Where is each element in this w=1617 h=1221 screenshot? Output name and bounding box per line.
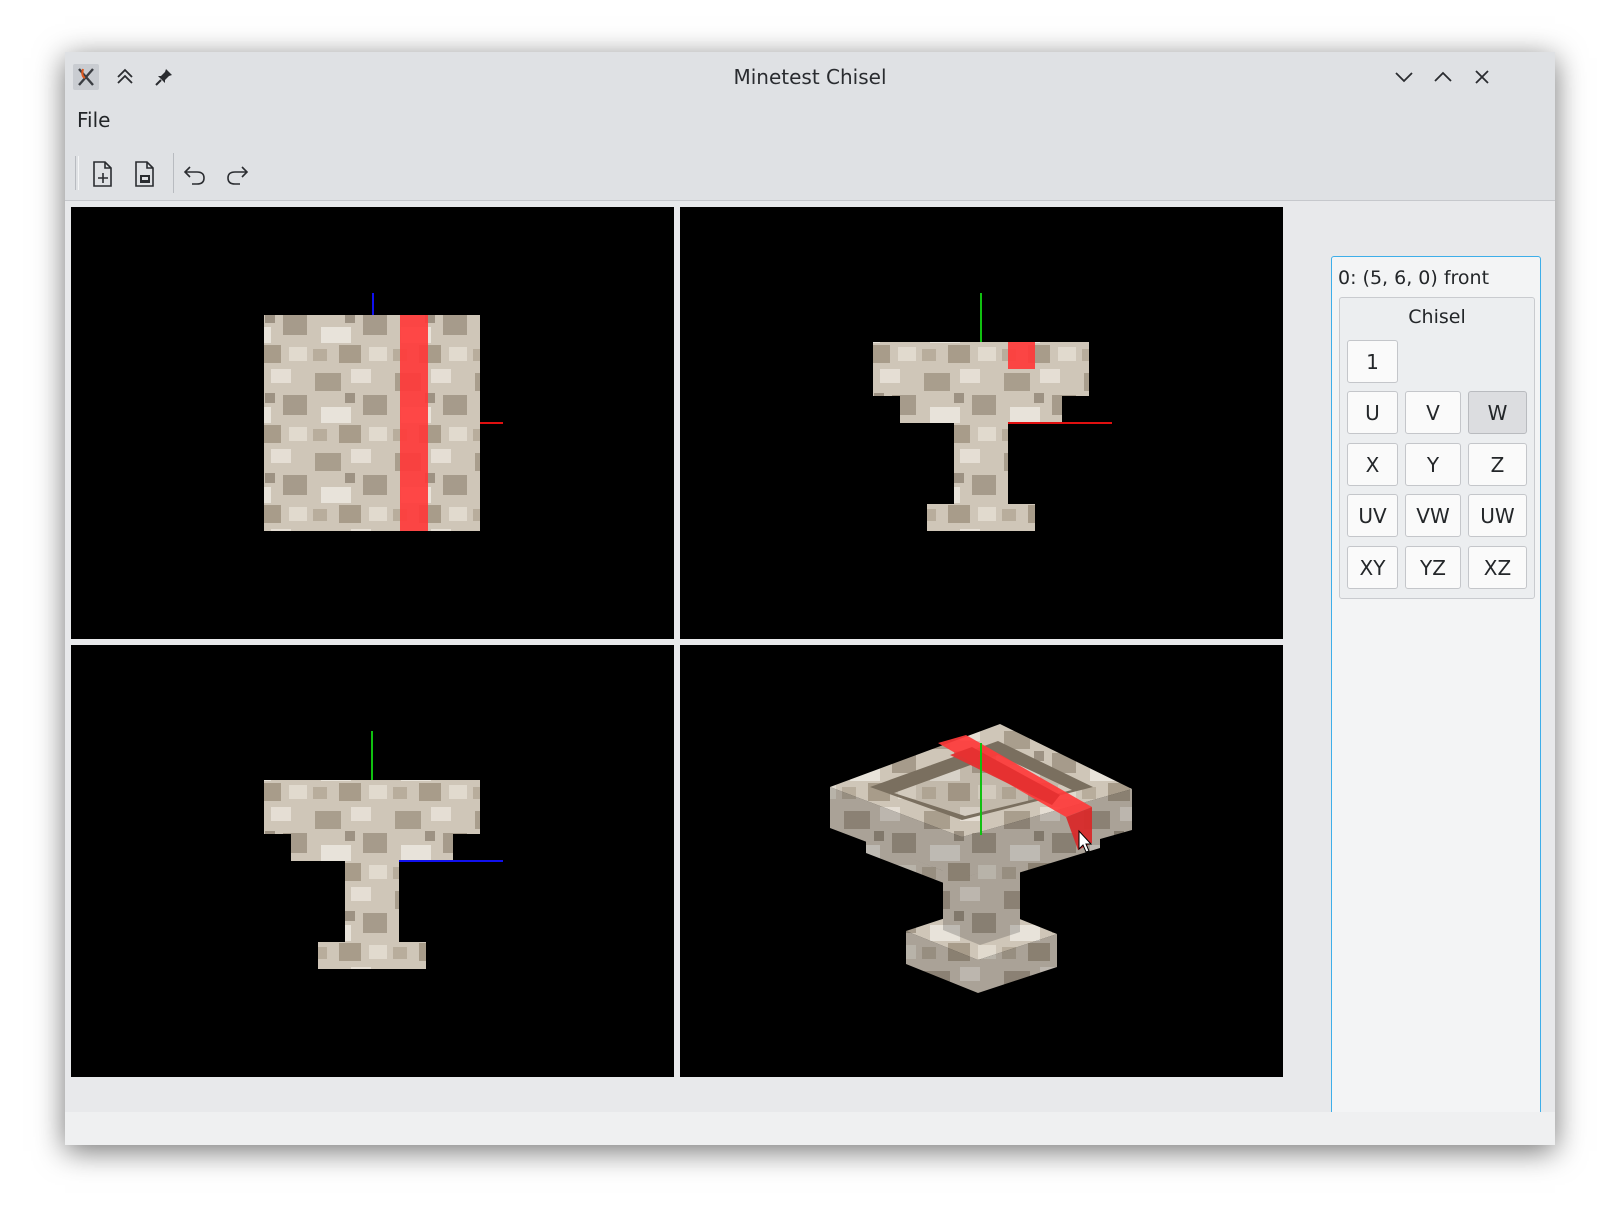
pedestal-silhouette [264, 780, 480, 969]
redo-icon[interactable] [221, 158, 253, 190]
chisel-button-vw[interactable]: VW [1405, 494, 1461, 537]
menu-file[interactable]: File [75, 108, 112, 132]
selection-cell [1008, 342, 1035, 369]
chisel-button-w[interactable]: W [1468, 391, 1527, 434]
open-file-icon[interactable] [129, 158, 161, 190]
toolbar [65, 149, 1555, 195]
minimize-icon[interactable] [1391, 64, 1417, 90]
cursor-coordinates: 0: (5, 6, 0) front [1338, 267, 1490, 289]
close-icon[interactable] [1469, 64, 1495, 90]
toolbar-handle[interactable] [75, 156, 79, 190]
toolbar-separator [173, 153, 174, 193]
front-view-canvas [873, 293, 1112, 531]
undo-icon[interactable] [179, 158, 211, 190]
chisel-button-uw[interactable]: UW [1468, 494, 1527, 537]
title-bar: Minetest Chisel [65, 52, 1555, 102]
perspective-view-canvas [830, 724, 1132, 993]
maximize-icon[interactable] [1430, 64, 1456, 90]
viewport-front[interactable] [680, 207, 1283, 639]
viewport-side[interactable] [71, 645, 674, 1077]
selection-column [400, 315, 428, 531]
block-top-face [264, 315, 480, 531]
chisel-button-u[interactable]: U [1347, 391, 1398, 434]
chisel-button-z[interactable]: Z [1468, 443, 1527, 486]
chisel-group-title: Chisel [1408, 306, 1466, 328]
viewport-top[interactable] [71, 207, 674, 639]
viewport-perspective[interactable] [680, 645, 1283, 1077]
chisel-groupbox: Chisel 1 U V W X Y Z UV VW UW XY YZ XZ [1339, 297, 1535, 599]
chisel-button-1[interactable]: 1 [1347, 340, 1398, 383]
chisel-panel: 0: (5, 6, 0) front Chisel 1 U V W X Y Z … [1331, 256, 1541, 1124]
chisel-button-yz[interactable]: YZ [1405, 546, 1461, 589]
chisel-button-x[interactable]: X [1347, 443, 1398, 486]
new-file-icon[interactable] [87, 158, 119, 190]
chisel-button-uv[interactable]: UV [1347, 494, 1398, 537]
app-window: Minetest Chisel File 0: (5, 6, 0) front … [65, 52, 1555, 1145]
chisel-button-v[interactable]: V [1405, 391, 1461, 434]
window-title: Minetest Chisel [733, 65, 887, 89]
central-area: 0: (5, 6, 0) front Chisel 1 U V W X Y Z … [65, 200, 1555, 1124]
chisel-button-y[interactable]: Y [1405, 443, 1461, 486]
side-view-canvas [264, 731, 503, 969]
chisel-button-xy[interactable]: XY [1347, 546, 1398, 589]
pedestal-silhouette [873, 342, 1089, 531]
status-bar [65, 1112, 1555, 1145]
top-view-canvas [264, 293, 503, 531]
chisel-button-xz[interactable]: XZ [1468, 546, 1527, 589]
